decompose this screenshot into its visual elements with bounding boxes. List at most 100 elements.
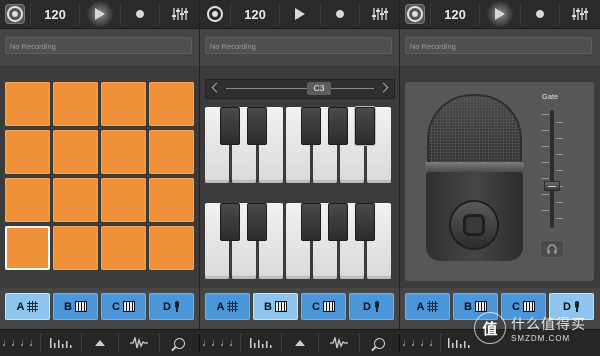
grid-icon bbox=[427, 301, 439, 312]
track-a-button[interactable]: A bbox=[405, 293, 450, 320]
octave-label[interactable]: C3 bbox=[307, 82, 331, 95]
record-button[interactable] bbox=[121, 0, 159, 28]
tempo-button[interactable]: 120 bbox=[231, 0, 279, 28]
piano-icon bbox=[322, 301, 335, 312]
piano-icon bbox=[74, 301, 87, 312]
gate-label: Gate bbox=[542, 92, 559, 101]
recording-status[interactable]: No Recording bbox=[405, 37, 592, 54]
black-key[interactable] bbox=[220, 107, 240, 145]
black-key[interactable] bbox=[301, 203, 321, 241]
track-selector: A B C D bbox=[0, 293, 199, 323]
transport-icon bbox=[50, 338, 72, 348]
target-icon bbox=[207, 6, 223, 22]
record-button[interactable] bbox=[521, 0, 559, 28]
black-key[interactable] bbox=[355, 203, 375, 241]
tempo-button[interactable]: 120 bbox=[31, 0, 79, 28]
target-icon bbox=[405, 4, 425, 24]
drum-pad[interactable] bbox=[53, 130, 98, 174]
transport-button[interactable] bbox=[441, 330, 477, 356]
track-d-button[interactable]: D bbox=[149, 293, 194, 320]
drum-pad[interactable] bbox=[101, 130, 146, 174]
track-c-button[interactable]: C bbox=[101, 293, 146, 320]
black-key[interactable] bbox=[328, 203, 348, 241]
record-mic-button[interactable] bbox=[451, 202, 497, 248]
mixer-button[interactable] bbox=[160, 0, 199, 28]
recording-status[interactable]: No Recording bbox=[5, 37, 192, 54]
transport-icon bbox=[250, 338, 272, 348]
drum-pad[interactable] bbox=[5, 178, 50, 222]
mic-icon bbox=[174, 301, 180, 312]
watermark-en: SMZDM.COM bbox=[511, 333, 571, 343]
up-arrow-button[interactable] bbox=[82, 330, 118, 356]
black-key[interactable] bbox=[220, 203, 240, 241]
microphone-panel: 120 No Recording Gate A B C D bbox=[400, 0, 600, 355]
waveform-button[interactable] bbox=[319, 330, 359, 356]
settings-button[interactable] bbox=[0, 0, 30, 28]
record-icon bbox=[336, 10, 344, 18]
track-a-button[interactable]: A bbox=[205, 293, 250, 320]
track-letter: A bbox=[216, 300, 225, 313]
loops-button[interactable]: ♩♩♩♩ bbox=[0, 330, 40, 356]
track-letter: D bbox=[163, 300, 171, 313]
search-icon bbox=[374, 337, 385, 349]
drum-pad[interactable] bbox=[53, 226, 98, 270]
record-button[interactable] bbox=[321, 0, 359, 28]
monitor-button[interactable] bbox=[540, 240, 564, 258]
gate-slider-knob[interactable] bbox=[544, 181, 560, 191]
grid-icon bbox=[227, 301, 239, 312]
drum-pad[interactable] bbox=[149, 178, 194, 222]
microphone-grille bbox=[427, 94, 522, 164]
black-key[interactable] bbox=[355, 107, 375, 145]
mixer-button[interactable] bbox=[360, 0, 399, 28]
tempo-button[interactable]: 120 bbox=[431, 0, 479, 28]
track-letter: B bbox=[464, 300, 472, 313]
drum-pad[interactable] bbox=[149, 226, 194, 270]
drum-pad[interactable] bbox=[149, 82, 194, 126]
track-a-button[interactable]: A bbox=[5, 293, 50, 320]
search-button[interactable] bbox=[160, 330, 199, 356]
drum-pad[interactable] bbox=[5, 226, 50, 270]
track-b-button[interactable]: B bbox=[253, 293, 298, 320]
drum-pad[interactable] bbox=[53, 82, 98, 126]
black-key[interactable] bbox=[247, 107, 267, 145]
top-toolbar: 120 bbox=[0, 0, 199, 29]
drum-pad[interactable] bbox=[149, 130, 194, 174]
transport-button[interactable] bbox=[41, 330, 81, 356]
play-button[interactable] bbox=[480, 0, 520, 28]
mixer-icon bbox=[572, 8, 588, 20]
transport-button[interactable] bbox=[241, 330, 281, 356]
track-d-button[interactable]: D bbox=[349, 293, 394, 320]
mixer-icon bbox=[371, 8, 388, 20]
waveform-button[interactable] bbox=[119, 330, 159, 356]
black-key[interactable] bbox=[247, 203, 267, 241]
waveform-icon bbox=[130, 337, 148, 349]
search-button[interactable] bbox=[360, 330, 399, 356]
play-button[interactable] bbox=[280, 0, 320, 28]
gate-slider[interactable] bbox=[550, 110, 554, 228]
octave-selector[interactable]: C3 bbox=[205, 79, 395, 99]
drum-pad[interactable] bbox=[101, 226, 146, 270]
track-b-button[interactable]: B bbox=[53, 293, 98, 320]
watermark-logo: 值 bbox=[474, 312, 506, 344]
drum-pad[interactable] bbox=[5, 130, 50, 174]
loops-button[interactable]: ♩♩♩♩ bbox=[200, 330, 240, 356]
settings-button[interactable] bbox=[200, 0, 230, 28]
black-key[interactable] bbox=[301, 107, 321, 145]
track-c-button[interactable]: C bbox=[301, 293, 346, 320]
loops-icon: ♩♩♩♩ bbox=[402, 337, 439, 349]
chevron-right-icon[interactable] bbox=[378, 82, 389, 93]
up-arrow-icon bbox=[295, 340, 305, 346]
settings-button[interactable] bbox=[400, 0, 430, 28]
mixer-button[interactable] bbox=[560, 0, 600, 28]
loops-button[interactable]: ♩♩♩♩ bbox=[400, 330, 440, 356]
drum-pad[interactable] bbox=[5, 82, 50, 126]
black-key[interactable] bbox=[328, 107, 348, 145]
up-arrow-button[interactable] bbox=[282, 330, 318, 356]
drum-pad[interactable] bbox=[101, 178, 146, 222]
drum-pad[interactable] bbox=[53, 178, 98, 222]
record-icon bbox=[136, 10, 144, 18]
drum-pad[interactable] bbox=[101, 82, 146, 126]
play-button[interactable] bbox=[80, 0, 120, 28]
recording-status[interactable]: No Recording bbox=[205, 37, 392, 54]
chevron-left-icon[interactable] bbox=[211, 82, 222, 93]
